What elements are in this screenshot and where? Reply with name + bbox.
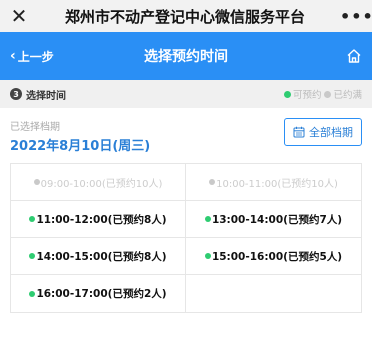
selected-date-section: 已选择档期 2022年8月10日(周三) 全部档期 <box>0 108 372 154</box>
time-slot-label: 10:00-11:00(已预约10人) <box>216 178 338 190</box>
time-slot-empty <box>186 275 361 312</box>
time-slot-label: 11:00-12:00(已预约8人) <box>36 213 167 226</box>
time-slot-label: 15:00-16:00(已预约5人) <box>211 250 343 263</box>
time-slot: 10:00-11:00(已预约10人) <box>186 164 361 201</box>
status-legend: 可预约 已约满 <box>281 87 362 101</box>
more-icon[interactable]: ••• <box>340 7 372 26</box>
chevron-left-icon: ‹ <box>10 48 16 64</box>
legend-available-label: 可预约 <box>292 90 322 101</box>
selected-date-value: 2022年8月10日(周三) <box>10 139 151 154</box>
time-slot-label: 14:00-15:00(已预约8人) <box>36 250 167 263</box>
all-schedules-button[interactable]: 全部档期 <box>284 118 362 146</box>
green-dot-icon <box>204 216 211 222</box>
gray-dot-icon <box>33 179 40 185</box>
home-button[interactable] <box>302 48 362 64</box>
time-slot-label: 16:00-17:00(已预约2人) <box>36 288 167 300</box>
time-slot-grid: 09:00-10:00(已预约10人) 10:00-11:00(已预约10人) 11… <box>10 163 362 313</box>
selected-date-label: 已选择档期 <box>10 122 60 133</box>
step-bar: 3 选择时间 可预约 已约满 <box>0 80 372 108</box>
time-slot-label: 09:00-10:00(已预约10人) <box>40 178 163 190</box>
wechat-title-bar: ✕ 郑州市不动产登记中心微信服务平台 ••• <box>0 0 372 32</box>
green-dot-icon <box>204 253 211 259</box>
time-slot[interactable]: 16:00-17:00(已预约2人) <box>11 275 186 312</box>
back-button-label: 上一步 <box>17 49 54 64</box>
legend-full: 已约满 <box>324 87 362 101</box>
step-indicator: 3 选择时间 <box>10 87 66 102</box>
close-icon[interactable]: ✕ <box>8 6 30 26</box>
green-dot-icon <box>29 216 36 222</box>
time-slot[interactable]: 15:00-16:00(已预约5人) <box>186 238 361 275</box>
home-icon <box>347 49 361 63</box>
page-title: 选择预约时间 <box>144 49 228 65</box>
legend-available: 可预约 <box>283 87 322 101</box>
legend-full-label: 已约满 <box>333 90 362 101</box>
step-label: 选择时间 <box>26 90 66 102</box>
wechat-page-title: 郑州市不动产登记中心微信服务平台 <box>64 7 305 26</box>
step-number-badge: 3 <box>10 88 22 100</box>
back-button[interactable]: ‹ 上一步 <box>10 48 70 65</box>
time-slot[interactable]: 11:00-12:00(已预约8人) <box>11 201 186 238</box>
green-dot-icon <box>29 290 36 297</box>
green-dot-icon <box>283 90 291 98</box>
time-slot-label: 13:00-14:00(已预约7人) <box>211 213 343 226</box>
time-slot[interactable]: 14:00-15:00(已预约8人) <box>11 238 186 275</box>
app-header: ‹ 上一步 选择预约时间 <box>0 32 372 80</box>
gray-dot-icon <box>324 90 332 98</box>
selected-date-info: 已选择档期 2022年8月10日(周三) <box>10 118 150 154</box>
calendar-icon <box>293 126 305 138</box>
gray-dot-icon <box>209 179 216 185</box>
time-slot[interactable]: 13:00-14:00(已预约7人) <box>186 201 361 238</box>
green-dot-icon <box>29 253 36 259</box>
time-slot: 09:00-10:00(已预约10人) <box>11 164 186 201</box>
all-schedules-label: 全部档期 <box>309 126 353 139</box>
